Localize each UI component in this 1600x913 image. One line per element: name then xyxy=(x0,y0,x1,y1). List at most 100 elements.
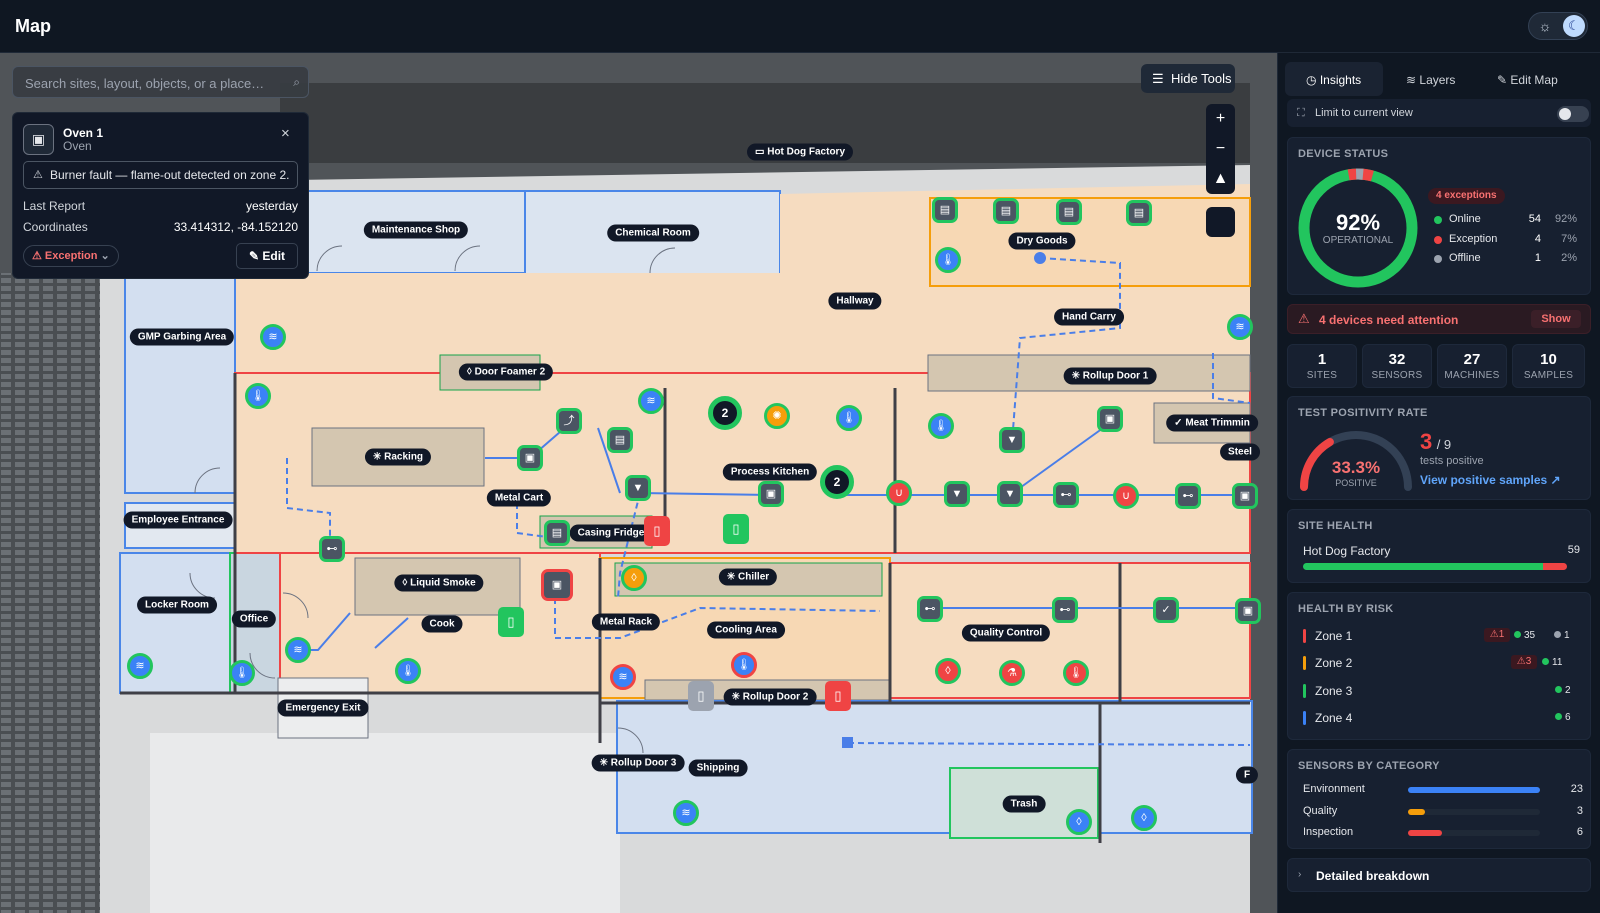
room-label-hand-carry[interactable]: Hand Carry xyxy=(1054,308,1124,326)
category-row[interactable]: Quality 3 xyxy=(1298,805,1583,817)
thermometer-sensor[interactable]: 🌡 xyxy=(229,660,255,686)
sample-tube-positive[interactable]: ▯ xyxy=(825,681,851,711)
machine-marker[interactable]: ▤ xyxy=(993,198,1019,224)
airflow-sensor-alert[interactable]: ≋ xyxy=(610,664,636,690)
show-attention-button[interactable]: Show xyxy=(1531,310,1581,328)
tab-layers[interactable]: ≋ Layers xyxy=(1406,69,1455,91)
room-label-chemical-room[interactable]: Chemical Room xyxy=(607,224,699,242)
category-row[interactable]: Environment 23 xyxy=(1298,783,1583,795)
equipment-label-metal-rack[interactable]: Metal Rack xyxy=(591,613,661,631)
search-icon[interactable]: ⌕ xyxy=(293,75,300,90)
zoom-out-button[interactable]: − xyxy=(1206,134,1235,164)
flask-sensor[interactable]: ⚗ xyxy=(999,660,1025,686)
drop-sensor-alert[interactable]: ◊ xyxy=(935,658,961,684)
stat-sites[interactable]: 1 SITES xyxy=(1287,344,1357,388)
oven-1-marker-selected[interactable]: ▣ xyxy=(541,569,573,601)
airflow-sensor[interactable]: ≋ xyxy=(638,388,664,414)
equipment-label-chiller[interactable]: ✳ Chiller xyxy=(718,568,778,586)
room-label-cooling-area[interactable]: Cooling Area xyxy=(707,621,785,639)
device-cluster[interactable]: 2 xyxy=(708,396,742,430)
cart-machine[interactable]: ⊷ xyxy=(917,596,943,622)
thermometer-sensor[interactable]: 🌡 xyxy=(935,247,961,273)
zone-row[interactable]: Zone 1 ⚠1 35 1 xyxy=(1298,628,1583,644)
thermometer-sensor[interactable]: 🌡 xyxy=(395,658,421,684)
room-label-emergency-exit[interactable]: Emergency Exit xyxy=(277,699,369,717)
equipment-label-liquid-smoke[interactable]: ◊ Liquid Smoke xyxy=(394,574,484,592)
room-label-shipping[interactable]: Shipping xyxy=(688,759,748,777)
search-input[interactable] xyxy=(25,73,275,93)
status-dropdown[interactable]: ⚠ Exception ⌄ xyxy=(23,245,119,267)
filter-machine[interactable]: ▼ xyxy=(944,481,970,507)
drop-sensor[interactable]: ◊ xyxy=(621,565,647,591)
magnet-sensor[interactable]: ∪ xyxy=(886,480,912,506)
thermometer-sensor[interactable]: 🌡 xyxy=(1063,660,1089,686)
zoom-in-button[interactable]: + xyxy=(1206,104,1235,134)
equipment-label-rollup-door-2[interactable]: ✳ Rollup Door 2 xyxy=(723,688,817,706)
airflow-sensor[interactable]: ≋ xyxy=(127,653,153,679)
room-label-process-kitchen[interactable]: Process Kitchen xyxy=(722,463,818,481)
minimap-button[interactable] xyxy=(1206,207,1235,237)
stat-samples[interactable]: 10 SAMPLES xyxy=(1512,344,1585,388)
drop-sensor[interactable]: ◊ xyxy=(1066,809,1092,835)
room-label-hallway[interactable]: Hallway xyxy=(828,292,882,310)
machine-marker[interactable]: ▤ xyxy=(607,427,633,453)
equipment-label-rollup-door-1[interactable]: ✳ Rollup Door 1 xyxy=(1063,367,1157,385)
exceptions-badge[interactable]: 4 exceptions xyxy=(1428,188,1505,204)
airflow-sensor[interactable]: ≋ xyxy=(260,324,286,350)
equipment-label-steel[interactable]: Steel xyxy=(1220,443,1260,461)
zone-row[interactable]: Zone 2 ⚠3 11 xyxy=(1298,655,1583,671)
machine-marker[interactable]: ▣ xyxy=(1235,598,1261,624)
theme-toggle[interactable]: ☼ ☾ xyxy=(1528,12,1588,40)
sun-icon[interactable]: ☼ xyxy=(1537,18,1553,34)
room-label-locker-room[interactable]: Locker Room xyxy=(137,596,217,614)
room-label-dry-goods[interactable]: Dry Goods xyxy=(1008,232,1076,250)
category-row[interactable]: Inspection 6 xyxy=(1298,826,1583,838)
tab-insights[interactable]: ◷ Insights xyxy=(1306,69,1361,91)
machine-marker[interactable]: ▣ xyxy=(1097,406,1123,432)
thermometer-sensor[interactable]: 🌡 xyxy=(836,405,862,431)
detailed-breakdown-toggle[interactable]: › Detailed breakdown xyxy=(1287,858,1591,892)
sample-tube-pending[interactable]: ▯ xyxy=(688,681,714,711)
magnet-sensor[interactable]: ∪ xyxy=(1113,483,1139,509)
thermometer-sensor[interactable]: 🌡 xyxy=(245,383,271,409)
view-positive-samples-link[interactable]: View positive samples ↗ xyxy=(1420,473,1561,487)
cart-machine[interactable]: ⊷ xyxy=(1175,483,1201,509)
map-search[interactable]: ⌕ xyxy=(12,66,309,98)
machine-marker[interactable]: ▤ xyxy=(1056,199,1082,225)
thermometer-sensor-alert[interactable]: 🌡 xyxy=(731,652,757,678)
machine-marker[interactable]: ▼ xyxy=(999,427,1025,453)
equipment-label-cook[interactable]: Cook xyxy=(421,615,463,633)
sample-tube-negative[interactable]: ▯ xyxy=(498,607,524,637)
machine-marker[interactable]: ▤ xyxy=(544,520,570,546)
room-label-quality-control[interactable]: Quality Control xyxy=(961,624,1051,642)
room-label-gmp-garbing-area[interactable]: GMP Garbing Area xyxy=(129,328,235,346)
limit-to-view-toggle[interactable] xyxy=(1557,106,1589,122)
map-canvas[interactable]: ▭ Hot Dog Factory Maintenance Shop Chemi… xyxy=(0,53,1277,913)
checkmark-machine[interactable]: ✓ xyxy=(1153,597,1179,623)
thermometer-sensor[interactable]: 🌡 xyxy=(928,413,954,439)
close-icon[interactable]: × xyxy=(281,125,290,142)
equipment-label-metal-cart[interactable]: Metal Cart xyxy=(486,489,552,507)
compass-north-button[interactable]: ▲ xyxy=(1206,164,1235,194)
machine-marker[interactable]: ▤ xyxy=(932,197,958,223)
filter-machine[interactable]: ▼ xyxy=(625,475,651,501)
cart-machine[interactable]: ⊷ xyxy=(319,536,345,562)
room-label-trash[interactable]: Trash xyxy=(1002,795,1046,813)
machine-marker[interactable]: ⤴ xyxy=(556,408,582,434)
cart-machine[interactable]: ⊷ xyxy=(1053,482,1079,508)
equipment-label-racking[interactable]: ✳ Racking xyxy=(364,448,432,466)
drop-sensor[interactable]: ◊ xyxy=(1131,805,1157,831)
room-label-edge[interactable]: F xyxy=(1235,766,1259,784)
stat-sensors[interactable]: 32 SENSORS xyxy=(1362,344,1432,388)
zone-row[interactable]: Zone 4 6 xyxy=(1298,710,1583,726)
sample-tube-positive[interactable]: ▯ xyxy=(644,516,670,546)
equipment-label-rollup-door-3[interactable]: ✳ Rollup Door 3 xyxy=(591,754,685,772)
site-health-name[interactable]: Hot Dog Factory xyxy=(1303,544,1390,558)
moon-icon[interactable]: ☾ xyxy=(1563,15,1585,37)
room-label-employee-entrance[interactable]: Employee Entrance xyxy=(123,511,233,529)
room-label-maintenance-shop[interactable]: Maintenance Shop xyxy=(363,221,469,239)
zone-row[interactable]: Zone 3 2 xyxy=(1298,683,1583,699)
equipment-label-meat-trimming[interactable]: ✓ Meat Trimmin xyxy=(1166,414,1258,432)
airflow-sensor[interactable]: ≋ xyxy=(673,800,699,826)
sample-tube-negative[interactable]: ▯ xyxy=(723,514,749,544)
